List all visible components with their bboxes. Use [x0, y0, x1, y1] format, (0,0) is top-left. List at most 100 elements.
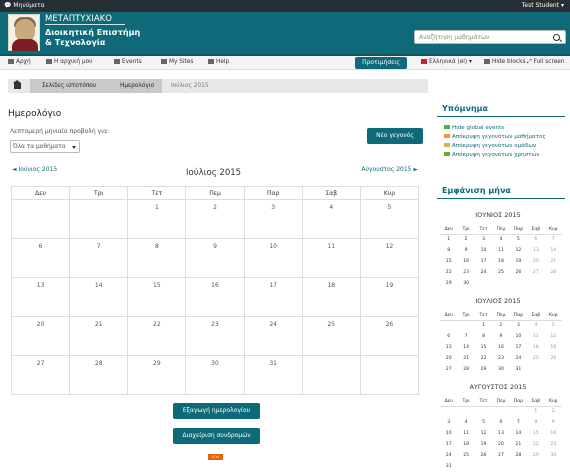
mini-day-cell[interactable]: 20	[492, 439, 509, 450]
mini-day-cell[interactable]: 12	[510, 245, 527, 256]
site-logo[interactable]	[8, 14, 40, 51]
calendar-day-cell[interactable]: 16	[185, 277, 245, 317]
mini-day-cell[interactable]: 15	[440, 256, 457, 267]
calendar-day-cell[interactable]: 4	[301, 199, 361, 239]
mini-day-cell[interactable]: 5	[510, 234, 527, 245]
mini-day-cell[interactable]: 24	[510, 353, 527, 364]
mini-day-cell[interactable]: 20	[527, 256, 544, 267]
mini-day-cell[interactable]: 25	[457, 450, 474, 461]
mini-day-cell[interactable]: 30	[545, 450, 562, 461]
mini-day-cell[interactable]: 7	[545, 234, 562, 245]
mini-day-cell[interactable]: 14	[545, 245, 562, 256]
mini-day-cell[interactable]: 13	[492, 428, 509, 439]
mini-day-cell[interactable]: 19	[545, 342, 562, 353]
calendar-day-cell[interactable]: 21	[69, 316, 129, 356]
mini-day-cell[interactable]: 17	[440, 439, 457, 450]
mini-day-cell[interactable]: 27	[440, 364, 457, 375]
calendar-day-cell[interactable]: 7	[69, 238, 129, 278]
mini-day-cell[interactable]: 27	[492, 450, 509, 461]
mini-day-cell[interactable]: 4	[457, 417, 474, 428]
mini-day-cell[interactable]: 2	[492, 320, 509, 331]
calendar-day-cell[interactable]: 26	[359, 316, 420, 356]
calendar-day-cell[interactable]: 31	[243, 355, 303, 395]
calendar-day-cell[interactable]: 11	[301, 238, 361, 278]
full-screen-button[interactable]: ⤢ Full screen	[527, 59, 565, 66]
mini-day-cell[interactable]: 15	[475, 342, 492, 353]
mini-day-cell[interactable]: 16	[492, 342, 509, 353]
legend-toggle-link[interactable]: Απόκρυψη γεγονότων χρηστών	[444, 152, 539, 158]
mini-day-cell[interactable]: 28	[457, 364, 474, 375]
mini-day-cell[interactable]: 16	[545, 428, 562, 439]
mini-day-cell[interactable]: 31	[440, 461, 457, 472]
mini-day-cell[interactable]: 22	[527, 439, 544, 450]
hide-blocks-button[interactable]: Hide blocks	[484, 59, 525, 65]
messages-link[interactable]: 💬 Μηνύματα	[4, 2, 45, 9]
export-calendar-button[interactable]: Εξαγωγή ημερολογίου	[173, 403, 260, 419]
mini-day-cell[interactable]: 1	[527, 406, 544, 417]
mini-day-cell[interactable]: 18	[457, 439, 474, 450]
mini-day-cell[interactable]: 25	[492, 267, 509, 278]
mini-day-cell[interactable]: 11	[457, 428, 474, 439]
mini-day-cell[interactable]: 7	[457, 331, 474, 342]
mini-day-cell[interactable]: 28	[545, 267, 562, 278]
mini-day-cell[interactable]: 2	[457, 234, 474, 245]
calendar-day-cell[interactable]: 29	[127, 355, 187, 395]
mini-day-cell[interactable]: 19	[475, 439, 492, 450]
mini-day-cell[interactable]: 22	[440, 267, 457, 278]
manage-subscriptions-button[interactable]: Διαχείριση συνδρομών	[173, 428, 260, 444]
mini-day-cell[interactable]: 13	[527, 245, 544, 256]
mini-day-cell[interactable]: 3	[510, 320, 527, 331]
mini-day-cell[interactable]: 21	[545, 256, 562, 267]
nav-item-home[interactable]: Αρχή	[8, 59, 31, 65]
mini-day-cell[interactable]: 19	[510, 256, 527, 267]
calendar-day-cell[interactable]: 22	[127, 316, 187, 356]
mini-month-title[interactable]: ΑΥΓΟΥΣΤΟΣ 2015	[438, 383, 558, 391]
mini-day-cell[interactable]: 20	[440, 353, 457, 364]
calendar-day-cell[interactable]: 17	[243, 277, 303, 317]
calendar-day-cell[interactable]: 2	[185, 199, 245, 239]
calendar-day-cell[interactable]: 18	[301, 277, 361, 317]
mini-day-cell[interactable]: 31	[510, 364, 527, 375]
mini-day-cell[interactable]: 3	[475, 234, 492, 245]
calendar-day-cell[interactable]: 12	[359, 238, 420, 278]
legend-toggle-link[interactable]: Απόκρυψη γεγονότων ομάδων	[444, 143, 536, 149]
mini-day-cell[interactable]: 10	[440, 428, 457, 439]
mini-day-cell[interactable]: 29	[527, 450, 544, 461]
nav-item-events[interactable]: Events	[114, 59, 142, 65]
mini-day-cell[interactable]: 28	[510, 450, 527, 461]
mini-day-cell[interactable]: 30	[457, 278, 474, 289]
mini-day-cell[interactable]: 24	[440, 450, 457, 461]
mini-day-cell[interactable]: 8	[440, 245, 457, 256]
mini-day-cell[interactable]: 7	[510, 417, 527, 428]
prev-month-link[interactable]: ◄ Ιούνιος 2015	[12, 166, 57, 173]
mini-day-cell[interactable]: 11	[527, 331, 544, 342]
calendar-day-cell[interactable]: 14	[69, 277, 129, 317]
calendar-day-cell[interactable]: 20	[10, 316, 71, 356]
mini-day-cell[interactable]: 8	[475, 331, 492, 342]
mini-day-cell[interactable]: 16	[457, 256, 474, 267]
calendar-day-cell[interactable]: 9	[185, 238, 245, 278]
mini-day-cell[interactable]: 30	[492, 364, 509, 375]
legend-toggle-link[interactable]: Hide global events	[444, 125, 504, 131]
nav-item-help[interactable]: Help	[208, 59, 229, 65]
breadcrumb-home[interactable]	[8, 79, 30, 93]
mini-day-cell[interactable]: 4	[527, 320, 544, 331]
mini-day-cell[interactable]: 10	[475, 245, 492, 256]
nav-item-dashboard[interactable]: Η αρχική μου	[46, 59, 93, 65]
search-icon[interactable]	[553, 34, 560, 41]
mini-day-cell[interactable]: 17	[510, 342, 527, 353]
mini-day-cell[interactable]: 6	[527, 234, 544, 245]
course-filter-select[interactable]: Όλα τα μαθήματα	[10, 140, 80, 153]
mini-day-cell[interactable]: 8	[527, 417, 544, 428]
calendar-day-cell[interactable]: 28	[69, 355, 129, 395]
mini-day-cell[interactable]: 23	[545, 439, 562, 450]
mini-day-cell[interactable]: 15	[527, 428, 544, 439]
mini-day-cell[interactable]: 14	[457, 342, 474, 353]
calendar-day-cell[interactable]: 24	[243, 316, 303, 356]
mini-day-cell[interactable]: 1	[440, 234, 457, 245]
mini-day-cell[interactable]: 29	[440, 278, 457, 289]
mini-day-cell[interactable]: 9	[545, 417, 562, 428]
new-event-button[interactable]: Νέο γεγονός	[367, 128, 423, 144]
mini-month-title[interactable]: ΙΟΥΛΙΟΣ 2015	[438, 297, 558, 305]
mini-day-cell[interactable]: 26	[545, 353, 562, 364]
